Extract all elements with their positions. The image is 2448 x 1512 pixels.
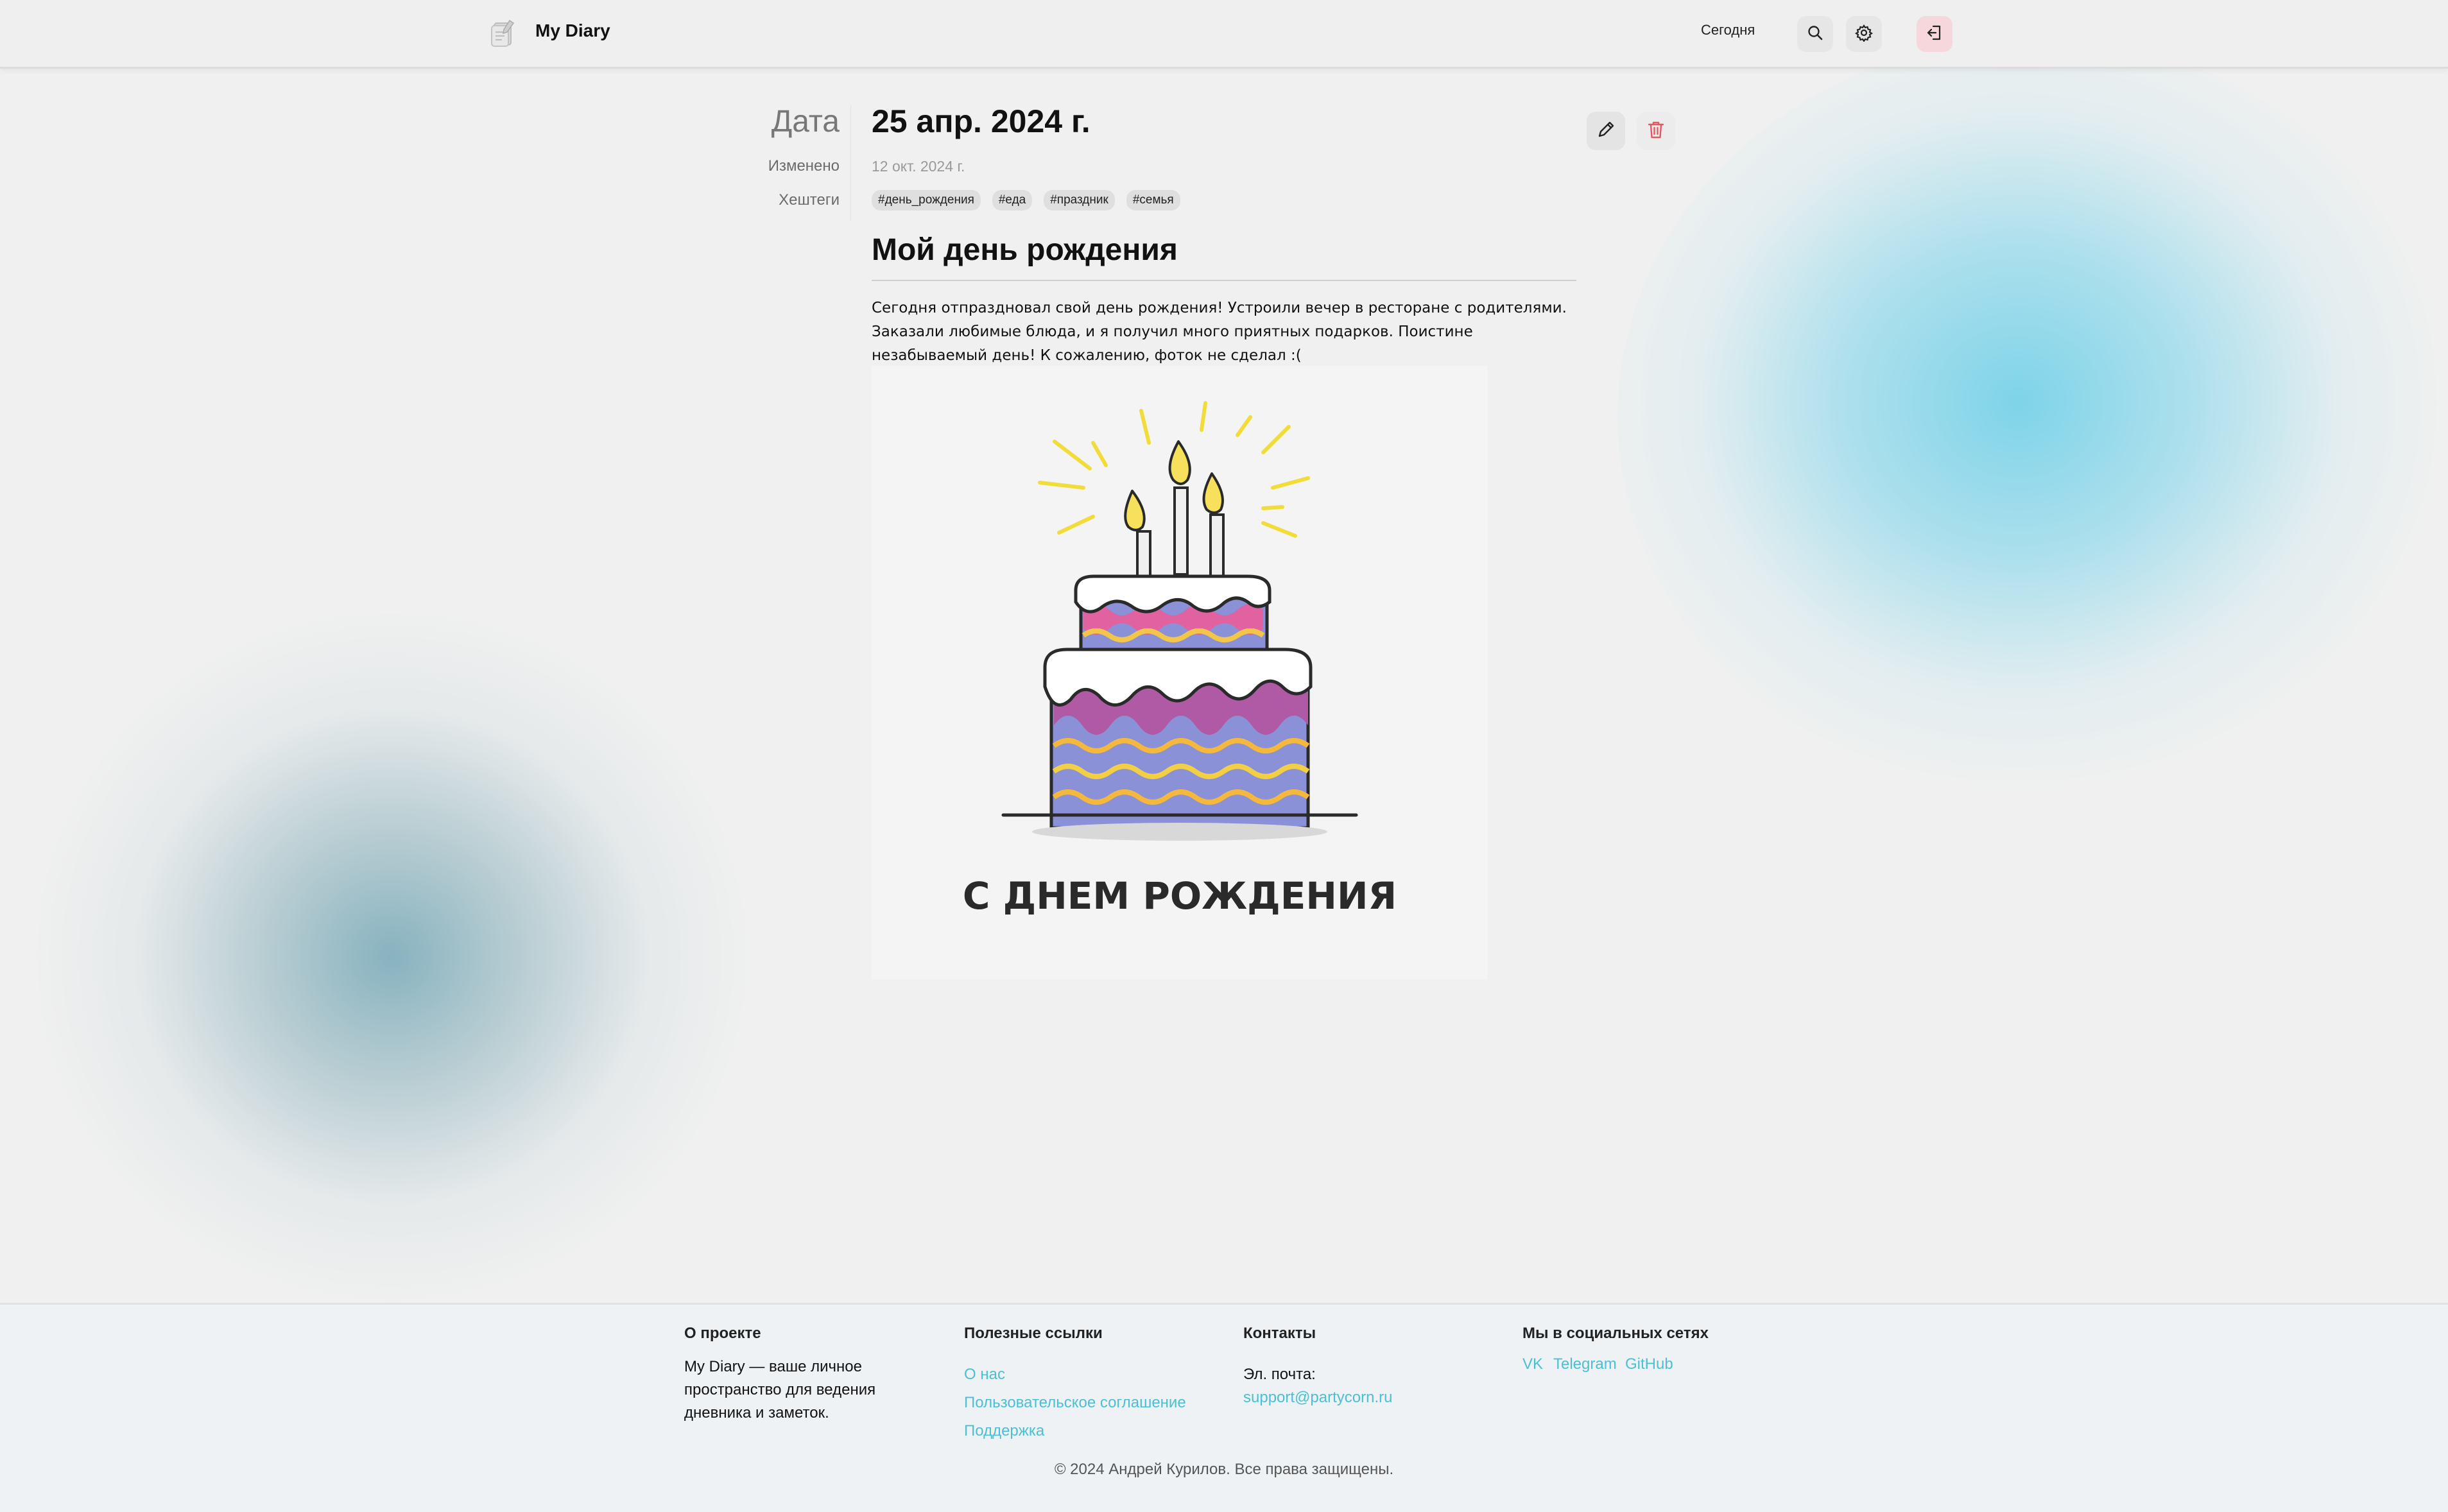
footer-contacts-heading: Контакты: [1243, 1325, 1316, 1342]
title-divider: [872, 280, 1576, 281]
delete-entry-button[interactable]: [1637, 112, 1675, 150]
footer-about-heading: О проекте: [684, 1325, 761, 1342]
copyright: © 2024 Андрей Курилов. Все права защищен…: [1054, 1461, 1394, 1478]
footer-link-support[interactable]: Поддержка: [964, 1422, 1044, 1440]
edit-entry-button[interactable]: [1587, 112, 1625, 150]
logout-button[interactable]: [1917, 16, 1952, 52]
top-bar: My Diary Сегодня: [0, 0, 2448, 69]
background-blob-cyan: [1617, 39, 2448, 796]
hashtag-chip[interactable]: #еда: [992, 190, 1033, 210]
hashtag-chip[interactable]: #день_рождения: [872, 190, 981, 210]
date-label: Дата: [771, 105, 840, 139]
birthday-cake-image: С ДНЕМ РОЖДЕНИЯ: [872, 366, 1488, 979]
entry-date: 25 апр. 2024 г.: [872, 103, 1090, 139]
hashtags-label: Хештеги: [779, 191, 840, 209]
footer-link-terms[interactable]: Пользовательское соглашение: [964, 1394, 1186, 1412]
social-link-vk[interactable]: VK: [1522, 1355, 1543, 1373]
footer-email-label: Эл. почта:: [1243, 1366, 1316, 1383]
today-button[interactable]: Сегодня: [1701, 22, 1755, 39]
hashtag-list: #день_рождения #еда #праздник #семья: [872, 190, 1180, 210]
search-icon: [1807, 24, 1823, 44]
footer-link-about[interactable]: О нас: [964, 1366, 1005, 1384]
entry-title: Мой день рождения: [872, 233, 1178, 267]
entry-body: Сегодня отпраздновал свой день рождения!…: [872, 300, 1567, 364]
diary-logo-icon[interactable]: [485, 17, 519, 50]
footer-social-heading: Мы в социальных сетях: [1522, 1325, 1709, 1342]
cake-caption: С ДНЕМ РОЖДЕНИЯ: [963, 874, 1397, 918]
settings-button[interactable]: [1846, 16, 1882, 52]
trash-icon: [1646, 119, 1666, 143]
meta-divider: [850, 105, 851, 221]
hashtag-chip[interactable]: #семья: [1126, 190, 1180, 210]
social-link-github[interactable]: GitHub: [1625, 1355, 1673, 1373]
pencil-icon: [1596, 119, 1616, 143]
search-button[interactable]: [1797, 16, 1833, 52]
social-link-telegram[interactable]: Telegram: [1553, 1355, 1617, 1373]
entry-modified-date: 12 окт. 2024 г.: [872, 158, 965, 175]
cake-illustration: С ДНЕМ РОЖДЕНИЯ: [963, 401, 1397, 918]
footer-email-link[interactable]: support@partycorn.ru: [1243, 1389, 1392, 1407]
brand-title[interactable]: My Diary: [535, 21, 610, 41]
gear-icon: [1855, 24, 1873, 45]
hashtag-chip[interactable]: #праздник: [1044, 190, 1115, 210]
background-blob-teal: [13, 590, 770, 1322]
footer-about-text: My Diary — ваше личное пространство для …: [684, 1358, 876, 1422]
logout-icon: [1926, 24, 1944, 45]
footer-links-heading: Полезные ссылки: [964, 1325, 1103, 1342]
footer: [0, 1303, 2448, 1512]
modified-label: Изменено: [768, 157, 840, 175]
